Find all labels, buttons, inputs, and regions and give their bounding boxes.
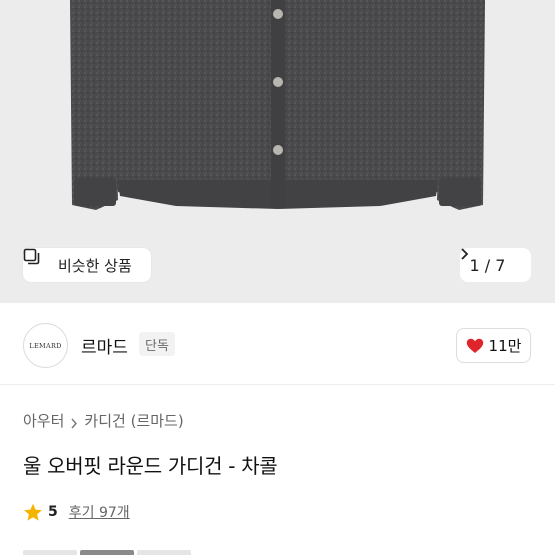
breadcrumb-item-cardigan[interactable]: 카디건 (르마드) bbox=[84, 410, 183, 431]
thumbnail-strip bbox=[23, 550, 191, 555]
exclusive-badge: 단독 bbox=[139, 332, 175, 356]
image-counter-text: 1 / 7 bbox=[469, 255, 506, 275]
thumbnail[interactable] bbox=[137, 550, 191, 555]
star-icon bbox=[23, 503, 43, 522]
product-image-gallery[interactable]: 비슷한 상품 1 / 7 bbox=[0, 0, 555, 303]
chevron-right-icon bbox=[70, 415, 78, 429]
like-button[interactable]: 11만 bbox=[456, 328, 531, 363]
breadcrumb: 아우터 카디건 (르마드) bbox=[23, 410, 184, 431]
shop-name[interactable]: 르마드 bbox=[81, 333, 128, 358]
image-counter-button[interactable]: 1 / 7 bbox=[460, 248, 531, 282]
shop-logo-text: LEMARD bbox=[29, 341, 62, 350]
reviews-link[interactable]: 후기 97개 bbox=[69, 502, 130, 522]
breadcrumb-item-outer[interactable]: 아우터 bbox=[23, 410, 64, 431]
similar-items-label: 비슷한 상품 bbox=[58, 256, 132, 275]
thumbnail[interactable] bbox=[80, 550, 134, 555]
product-title: 울 오버핏 라운드 가디건 - 차콜 bbox=[23, 454, 278, 478]
thumbnail[interactable] bbox=[23, 550, 77, 555]
similar-items-button[interactable]: 비슷한 상품 bbox=[23, 248, 151, 282]
shop-info-row: LEMARD 르마드 단독 11만 bbox=[0, 303, 555, 385]
like-count: 11만 bbox=[488, 337, 522, 355]
heart-icon bbox=[466, 338, 484, 354]
rating-score: 5 bbox=[48, 504, 58, 520]
chevron-right-icon bbox=[461, 248, 521, 271]
shop-logo[interactable]: LEMARD bbox=[23, 323, 68, 368]
rating-summary: 5 후기 97개 bbox=[23, 502, 130, 522]
similar-items-icon bbox=[23, 248, 51, 274]
